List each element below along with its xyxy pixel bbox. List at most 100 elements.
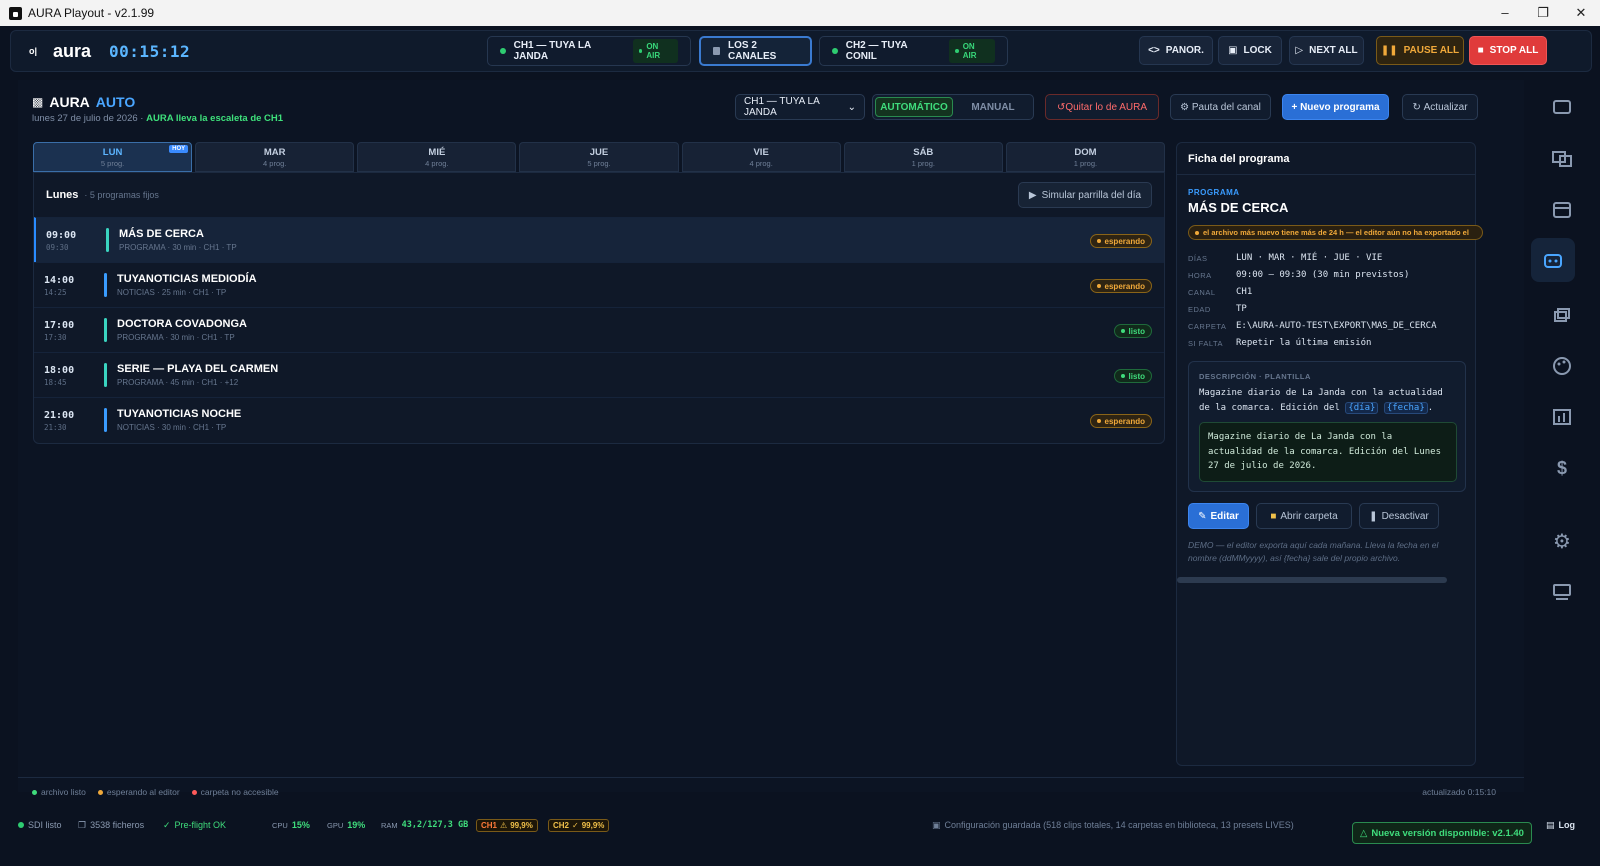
stop-all-button[interactable]: ■ STOP ALL [1469,36,1547,65]
logo-text: aura [53,40,92,61]
status-badge: listo [1113,369,1152,383]
legend-waiting: esperando al editor [97,787,180,797]
files-icon: ❐ [78,819,87,830]
mode-auto-button[interactable]: AUTOMÁTICO [875,97,953,117]
tab-mie[interactable]: MIÉ 4 prog. [357,142,517,172]
next-all-button[interactable]: ▷ NEXT ALL [1289,36,1364,65]
maximize-button[interactable]: ❐ [1524,5,1562,21]
channel-label: CH2 — TUYA CONIL [845,40,908,62]
tab-lun[interactable]: LUN 5 prog. HOY [33,142,193,172]
new-version-button[interactable]: △ Nueva versión disponible: v2.1.40 [1352,822,1532,844]
today-badge: HOY [169,145,189,153]
schedule-title: Lunes [46,189,79,201]
logo-icon: o| [29,46,38,56]
program-detail-panel: Ficha del programa PROGRAMA MÁS DE CERCA… [1176,142,1483,766]
channel-button-both[interactable]: LOS 2 CANALES [699,36,812,66]
stats-icon[interactable] [1545,400,1579,434]
server-icon[interactable] [1545,575,1579,609]
tab-dom[interactable]: DOM 1 prog. [1005,142,1165,172]
on-air-badge: ON AIR [632,39,678,63]
playout-icon[interactable] [1545,90,1579,124]
end-time: 09:30 [46,243,69,252]
schedule-row[interactable]: 14:00 14:25 TUYANOTICIAS MEDIODÍA NOTICIAS … [34,262,1164,307]
panorama-icon: <> [1148,45,1160,56]
detail-field: CANAL CH1 [1188,287,1252,297]
tab-mar[interactable]: MAR 4 prog. [195,142,355,172]
open-folder-button[interactable]: ■ Abrir carpeta [1256,503,1352,529]
channel-button-ch1[interactable]: CH1 — TUYA LA JANDA ON AIR [487,36,691,66]
schedule-row[interactable]: 21:00 21:30 TUYANOTICIAS NOCHE NOTICIAS · 3… [34,397,1164,442]
minimize-button[interactable]: – [1486,5,1524,21]
settings-gear-icon[interactable]: ⚙ [1545,524,1579,558]
palette-icon[interactable] [1545,349,1579,383]
program-color-bar [106,228,109,252]
field-key: EDAD [1188,305,1211,314]
lock-icon: ▣ [1228,45,1238,56]
dollar-icon[interactable]: $ [1545,451,1579,485]
save-icon: ▣ [932,819,941,830]
auto-header: ▩ AURA AUTO lunes 27 de julio de 2026 · A… [32,94,283,124]
field-value: CH1 [1236,287,1253,297]
robot-icon: ▩ [32,95,44,109]
schedule-row[interactable]: 18:00 18:45 SERIE — PLAYA DEL CARMEN PROGRA… [34,352,1164,397]
ram-usage: RAM 43,2/127,3 GB [381,820,469,830]
horizontal-scrollbar[interactable] [1177,577,1447,583]
schedule-row[interactable]: 09:00 09:30 MÁS DE CERCA PROGRAMA · 30 min … [34,217,1164,262]
next-icon: ▷ [1295,45,1304,56]
tab-jue[interactable]: JUE 5 prog. [519,142,679,172]
clock: 00:15:12 [109,41,191,61]
start-time: 21:00 [44,410,75,421]
gear-icon: ⚙ [1180,101,1190,113]
calendar-icon[interactable] [1545,193,1579,227]
right-rail: $ ⚙ [1524,80,1600,816]
description-preview: Magazine diario de La Janda con la actua… [1199,422,1457,482]
lock-button[interactable]: ▣ LOCK [1218,36,1282,65]
refresh-button[interactable]: ↻ Actualizar [1402,94,1478,120]
channel-pauta-button[interactable]: ⚙ Pauta del canal [1170,94,1271,120]
bell-icon: △ [1360,827,1368,839]
channel-button-ch2[interactable]: CH2 — TUYA CONIL ON AIR [819,36,1008,66]
file-count: ❐ 3538 ficheros [78,819,145,831]
field-key: HORA [1188,271,1212,280]
pause-all-button[interactable]: ❚❚ PAUSE ALL [1376,36,1464,65]
log-button[interactable]: ▤ Log [1546,816,1575,834]
monitors-icon[interactable] [1545,142,1579,176]
tab-sab[interactable]: SÁB 1 prog. [843,142,1003,172]
program-meta: PROGRAMA · 30 min · CH1 · TP [119,243,237,252]
channel-select[interactable]: CH1 — TUYA LA JANDA ⌄ [735,94,865,120]
deactivate-button[interactable]: ❚ Desactivar [1359,503,1439,529]
close-button[interactable]: ✕ [1562,5,1600,21]
day-tabs: LUN 5 prog. HOY MAR 4 prog. MIÉ 4 prog. JUE… [33,142,1165,172]
detail-header: Ficha del programa [1177,143,1475,175]
edit-button[interactable]: ✎ Editar [1188,503,1249,529]
main-panel: ▩ AURA AUTO lunes 27 de julio de 2026 · A… [18,80,1524,797]
mode-toggle: AUTOMÁTICO MANUAL [872,94,1034,120]
layers-icon[interactable] [1545,298,1579,332]
field-key: CARPETA [1188,322,1227,331]
start-time: 09:00 [46,230,77,241]
end-time: 14:25 [44,288,67,297]
detail-field: DÍAS LUN · MAR · MIÉ · JUE · VIE [1188,253,1382,263]
mode-manual-button[interactable]: MANUAL [955,97,1031,117]
sdi-status: SDI listo [18,816,62,834]
simulate-day-button[interactable]: ▶ Simular parrilla del día [1018,182,1152,208]
detail-field: HORA 09:00 – 09:30 (30 min previstos) [1188,270,1409,280]
folder-icon: ■ [1270,510,1277,522]
tab-vie[interactable]: VIE 4 prog. [681,142,841,172]
program-name: SERIE — PLAYA DEL CARMEN [117,363,279,375]
field-value: Repetir la última emisión [1236,338,1372,348]
program-color-bar [104,273,107,297]
legend-ready: archivo listo [32,787,86,797]
schedule-row[interactable]: 17:00 17:30 DOCTORA COVADONGA PROGRAMA · 30… [34,307,1164,352]
panorama-button[interactable]: <> PANOR. [1139,36,1213,65]
program-color-bar [104,408,107,432]
demo-note: DEMO — el editor exporta aquí cada mañan… [1188,540,1439,563]
stop-icon: ■ [1477,45,1484,56]
page-subtitle: lunes 27 de julio de 2026 · AURA lleva l… [32,113,284,124]
chevron-down-icon: ⌄ [847,101,856,113]
start-time: 17:00 [44,320,75,331]
remove-aura-button[interactable]: ↺ Quitar lo de AURA [1045,94,1159,120]
detail-field: SI FALTA Repetir la última emisión [1188,338,1371,348]
new-program-button[interactable]: + Nuevo programa [1282,94,1389,120]
aura-auto-icon[interactable] [1531,238,1575,282]
